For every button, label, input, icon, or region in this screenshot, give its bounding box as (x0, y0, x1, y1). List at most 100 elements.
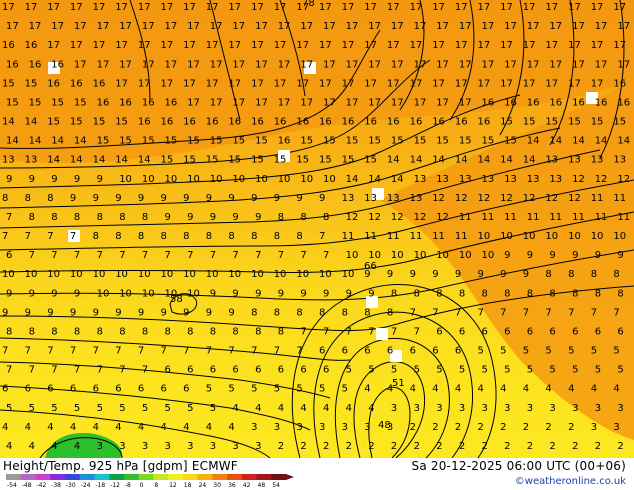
temperature-value: 7 (29, 365, 35, 376)
temperature-value: 9 (6, 288, 12, 299)
temperature-value: 14 (595, 136, 608, 147)
temperature-value: 17 (300, 59, 313, 70)
temperature-value: 15 (187, 136, 200, 147)
temperature-value: 17 (255, 21, 268, 32)
temperature-value: 11 (591, 193, 604, 204)
temperature-value: 6 (70, 384, 76, 395)
temperature-value: 15 (500, 117, 513, 128)
temperature-value: 9 (97, 174, 103, 185)
temperature-value: 13 (549, 174, 562, 185)
temperature-value: 9 (296, 193, 302, 204)
temperature-value: 17 (346, 97, 359, 108)
color-swatch (197, 474, 213, 480)
temperature-value: 15 (346, 136, 359, 147)
temperature-value: 8 (115, 231, 121, 242)
temperature-value: 9 (368, 288, 374, 299)
temperature-value: 4 (455, 384, 461, 395)
temperature-value: 17 (70, 2, 83, 13)
temperature-value: 5 (206, 384, 212, 395)
color-scale-tick: -48 (22, 482, 32, 488)
temperature-value: 17 (549, 21, 562, 32)
temperature-value: 12 (455, 193, 468, 204)
temperature-value: 17 (617, 21, 630, 32)
temperature-value: 17 (391, 59, 404, 70)
temperature-value: 7 (274, 346, 280, 357)
temperature-value: 17 (459, 97, 472, 108)
temperature-value: 9 (527, 250, 533, 261)
temperature-value: 15 (545, 117, 558, 128)
temperature-value: 16 (364, 117, 377, 128)
temperature-value: 15 (613, 117, 626, 128)
temperature-value: 17 (274, 78, 287, 89)
temperature-value: 12 (617, 174, 630, 185)
temperature-value: 3 (274, 422, 280, 433)
temperature-value: 4 (255, 403, 261, 414)
temperature-value: 9 (323, 288, 329, 299)
temperature-value: 3 (459, 403, 465, 414)
temperature-value: 5 (142, 403, 148, 414)
temperature-value: 4 (183, 422, 189, 433)
temperature-value: 7 (545, 307, 551, 318)
temperature-value: 17 (572, 59, 585, 70)
temperature-value: 8 (232, 326, 238, 337)
temperature-value: 8 (119, 326, 125, 337)
temperature-value: 14 (368, 174, 381, 185)
temperature-value: 9 (278, 288, 284, 299)
temperature-value: 17 (296, 40, 309, 51)
contour-label: 78 (302, 0, 315, 9)
temperature-value: 10 (187, 174, 200, 185)
temperature-value: 17 (568, 2, 581, 13)
temperature-value: 17 (47, 2, 60, 13)
temperature-value: 11 (342, 231, 355, 242)
temperature-value: 3 (119, 441, 125, 452)
temperature-value: 2 (414, 441, 420, 452)
temperature-value: 9 (300, 288, 306, 299)
temperature-value: 17 (187, 97, 200, 108)
contour-label: 48 (378, 420, 391, 431)
temperature-value: 16 (387, 117, 400, 128)
temperature-value: 9 (410, 269, 416, 280)
temperature-value: 9 (228, 307, 234, 318)
temperature-value: 17 (504, 59, 517, 70)
temperature-value: 5 (210, 403, 216, 414)
temperature-value: 10 (115, 269, 128, 280)
temperature-value: 14 (29, 136, 42, 147)
temperature-value: 7 (97, 365, 103, 376)
color-swatch (35, 474, 51, 480)
temperature-value: 17 (161, 78, 174, 89)
temperature-value: 15 (165, 136, 178, 147)
color-swatch (153, 474, 169, 480)
temperature-value: 16 (29, 59, 42, 70)
temperature-value: 7 (228, 346, 234, 357)
temperature-value: 4 (568, 384, 574, 395)
temperature-value: 7 (455, 307, 461, 318)
temperature-value: 4 (115, 422, 121, 433)
temperature-value: 8 (572, 288, 578, 299)
temperature-value: 7 (187, 250, 193, 261)
temperature-value: 9 (183, 307, 189, 318)
temperature-value: 10 (187, 288, 200, 299)
temperature-value: 10 (568, 231, 581, 242)
temperature-value: 7 (97, 250, 103, 261)
temperature-value: 8 (2, 193, 8, 204)
temperature-value: 2 (455, 422, 461, 433)
credit-link[interactable]: ©weatheronline.co.uk (515, 476, 626, 487)
temperature-value: 3 (591, 422, 597, 433)
temperature-value: 13 (459, 174, 472, 185)
temperature-value: 7 (368, 326, 374, 337)
temperature-value: 10 (414, 250, 427, 261)
temperature-value: 17 (459, 59, 472, 70)
temperature-value: 9 (595, 250, 601, 261)
temperature-value: 4 (323, 403, 329, 414)
temperature-value: 6 (387, 346, 393, 357)
color-scale-tick: -8 (125, 482, 131, 488)
temperature-value: 17 (115, 40, 128, 51)
temperature-value: 7 (74, 365, 80, 376)
temperature-value: 3 (595, 403, 601, 414)
temperature-value: 17 (25, 2, 38, 13)
temperature-value: 3 (187, 441, 193, 452)
temperature-value: 10 (459, 250, 472, 261)
temperature-value: 3 (165, 441, 171, 452)
temperature-value: 15 (319, 155, 332, 166)
temperature-value: 8 (25, 193, 31, 204)
